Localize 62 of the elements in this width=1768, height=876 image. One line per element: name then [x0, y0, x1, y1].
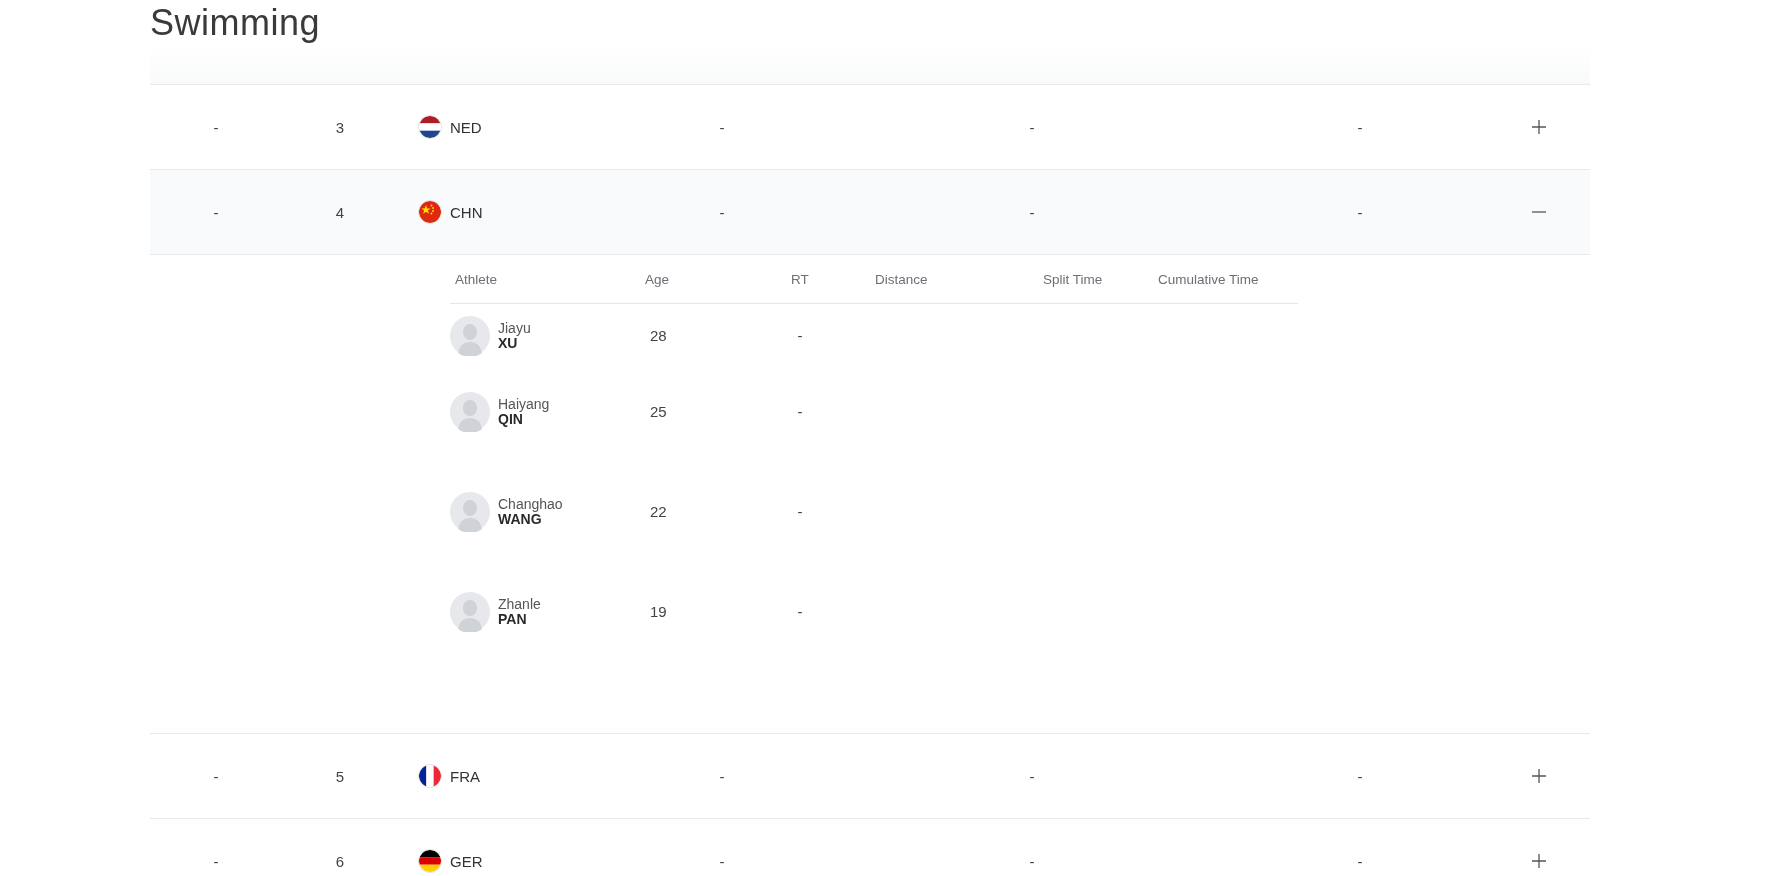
- expand-button[interactable]: [1530, 118, 1548, 136]
- plus-icon: [1532, 769, 1546, 783]
- flag-icon: [418, 115, 442, 139]
- rt-cell-text: -: [796, 326, 804, 346]
- rank-cell-text: 5: [334, 767, 346, 785]
- athlete-last-name: QIN: [498, 412, 523, 427]
- age-cell-text: 28: [649, 326, 668, 346]
- country-code: FRA: [450, 767, 480, 785]
- rank-cell-text: 3: [334, 118, 346, 136]
- table-cell-text: -: [1356, 203, 1364, 221]
- position-cell-text: -: [212, 767, 220, 785]
- athlete-last-name: WANG: [498, 512, 542, 527]
- athlete-last-name: XU: [498, 336, 518, 351]
- column-header: Age: [644, 271, 671, 287]
- athlete-first-name: Jiayu: [498, 321, 531, 336]
- athlete-last-name: PAN: [498, 612, 528, 627]
- avatar-icon: [450, 592, 490, 632]
- rt-cell-text: -: [796, 602, 804, 622]
- table-cell-text: -: [1356, 852, 1364, 870]
- column-header: Distance: [874, 271, 929, 287]
- table-cell-text: -: [1028, 767, 1036, 785]
- rt-cell-text: -: [796, 502, 804, 522]
- country-code: NED: [450, 118, 482, 136]
- expand-button[interactable]: [1530, 852, 1548, 870]
- avatar-icon: [450, 492, 490, 532]
- position-cell-text: -: [212, 852, 220, 870]
- minus-icon: [1532, 211, 1546, 213]
- page-title: Swimming: [150, 2, 321, 44]
- athlete-first-name: Haiyang: [498, 397, 550, 412]
- avatar-icon: [450, 392, 490, 432]
- country-code: CHN: [450, 203, 483, 221]
- flag-icon: [418, 764, 442, 788]
- age-cell-text: 19: [649, 602, 668, 622]
- table-cell-text: -: [1356, 767, 1364, 785]
- column-header: Athlete: [454, 271, 499, 287]
- table-cell-text: -: [1028, 852, 1036, 870]
- age-cell-text: 22: [649, 502, 668, 522]
- table-cell-text: -: [718, 118, 726, 136]
- expand-button[interactable]: [1530, 767, 1548, 785]
- country-code: GER: [450, 852, 483, 870]
- rt-cell-text: -: [796, 402, 804, 422]
- column-header: RT: [790, 271, 810, 287]
- column-header: Split Time: [1042, 271, 1104, 287]
- rank-cell-text: 4: [334, 203, 346, 221]
- rank-cell-text: 6: [334, 852, 346, 870]
- athlete-first-name: Zhanle: [498, 597, 541, 612]
- avatar-icon: [450, 316, 490, 356]
- position-cell-text: -: [212, 118, 220, 136]
- column-header: Cumulative Time: [1158, 271, 1260, 287]
- athlete-first-name: Changhao: [498, 497, 563, 512]
- flag-icon: [418, 200, 442, 224]
- table-cell-text: -: [1356, 118, 1364, 136]
- position-cell-text: -: [212, 203, 220, 221]
- plus-icon: [1532, 854, 1546, 868]
- age-cell-text: 25: [649, 402, 668, 422]
- table-cell-text: -: [1028, 203, 1036, 221]
- table-cell-text: -: [718, 203, 726, 221]
- plus-icon: [1532, 120, 1546, 134]
- table-cell-text: -: [1028, 118, 1036, 136]
- table-cell-text: -: [718, 767, 726, 785]
- table-cell-text: -: [718, 852, 726, 870]
- flag-icon: [418, 849, 442, 873]
